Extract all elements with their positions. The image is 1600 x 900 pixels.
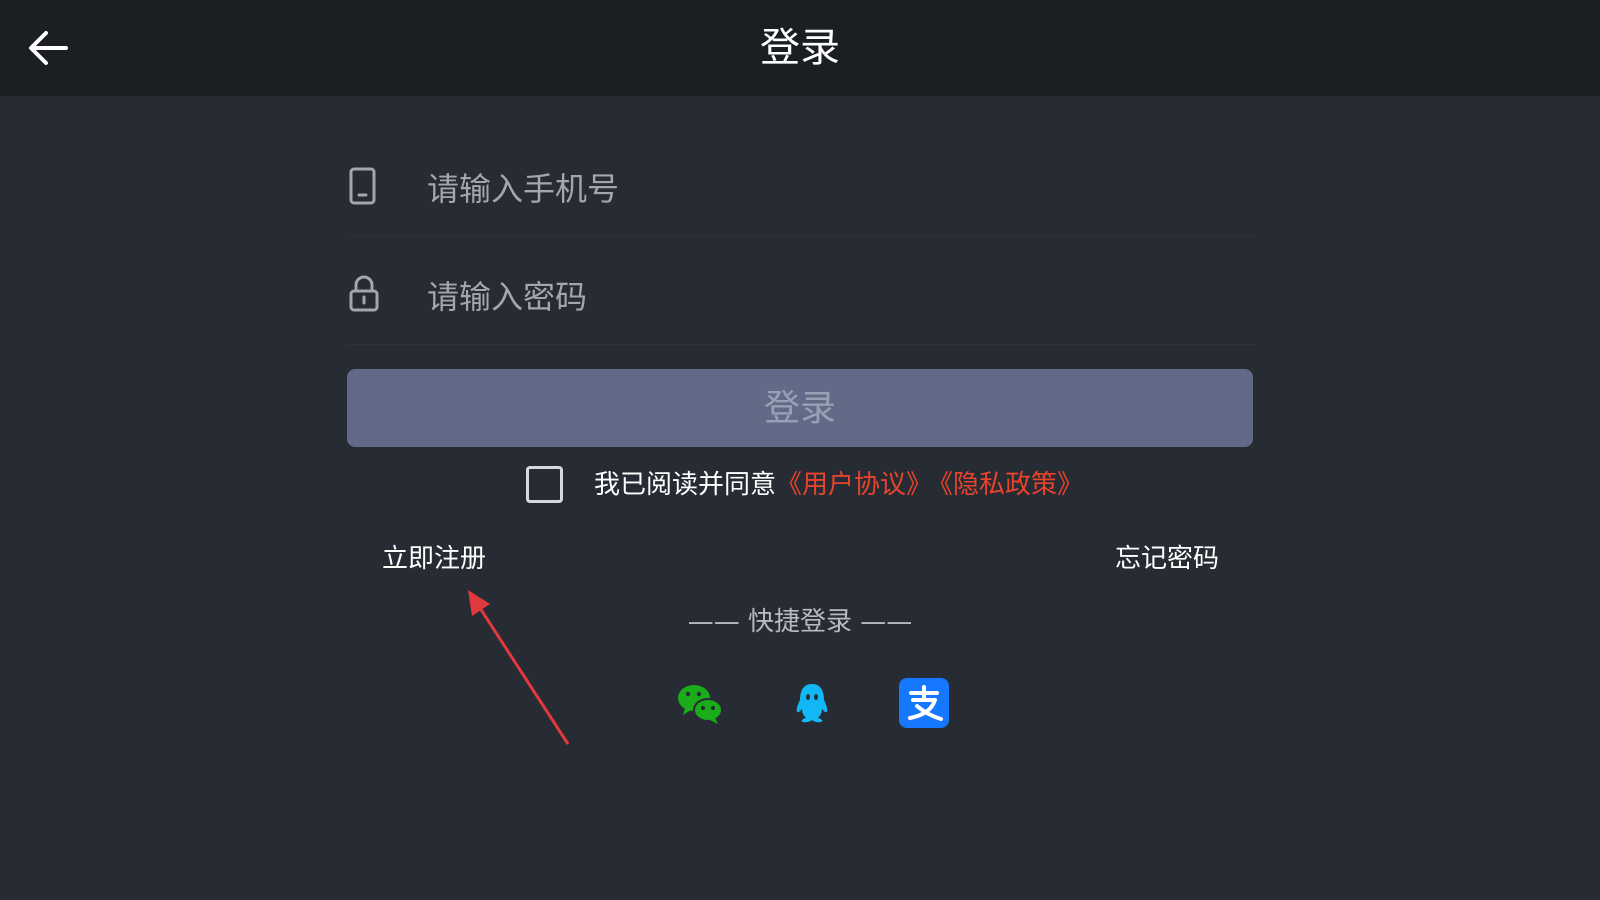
register-link[interactable]: 立即注册 [382, 540, 486, 578]
page-title: 登录 [760, 25, 840, 71]
alipay-icon [899, 678, 949, 728]
user-agreement-link[interactable]: 《用户协议》 [776, 470, 932, 500]
annotation-arrow [468, 590, 570, 745]
login-button[interactable]: 登录 [347, 369, 1253, 447]
qq-icon [796, 684, 828, 723]
alipay-login-button[interactable] [899, 678, 949, 728]
phone-icon [349, 167, 376, 205]
agreement-checkbox[interactable] [526, 466, 563, 503]
top-bar: 登录 [0, 0, 1600, 96]
wechat-login-button[interactable] [675, 678, 725, 728]
wechat-icon [678, 685, 723, 724]
qq-login-button[interactable] [787, 678, 837, 728]
agreement-label: 我已阅读并同意 [594, 470, 777, 500]
agreement-text: 我已阅读并同意《用户协议》 《隐私政策》 [594, 466, 1083, 504]
phone-input[interactable] [427, 162, 1247, 216]
password-input[interactable] [427, 270, 1247, 324]
password-field [347, 260, 1255, 345]
privacy-policy-link[interactable]: 《隐私政策》 [940, 470, 1083, 500]
lock-icon [349, 275, 379, 312]
phone-field [347, 152, 1255, 237]
quick-login-label: —— 快捷登录 —— [687, 607, 913, 637]
forgot-password-link[interactable]: 忘记密码 [1115, 540, 1219, 578]
